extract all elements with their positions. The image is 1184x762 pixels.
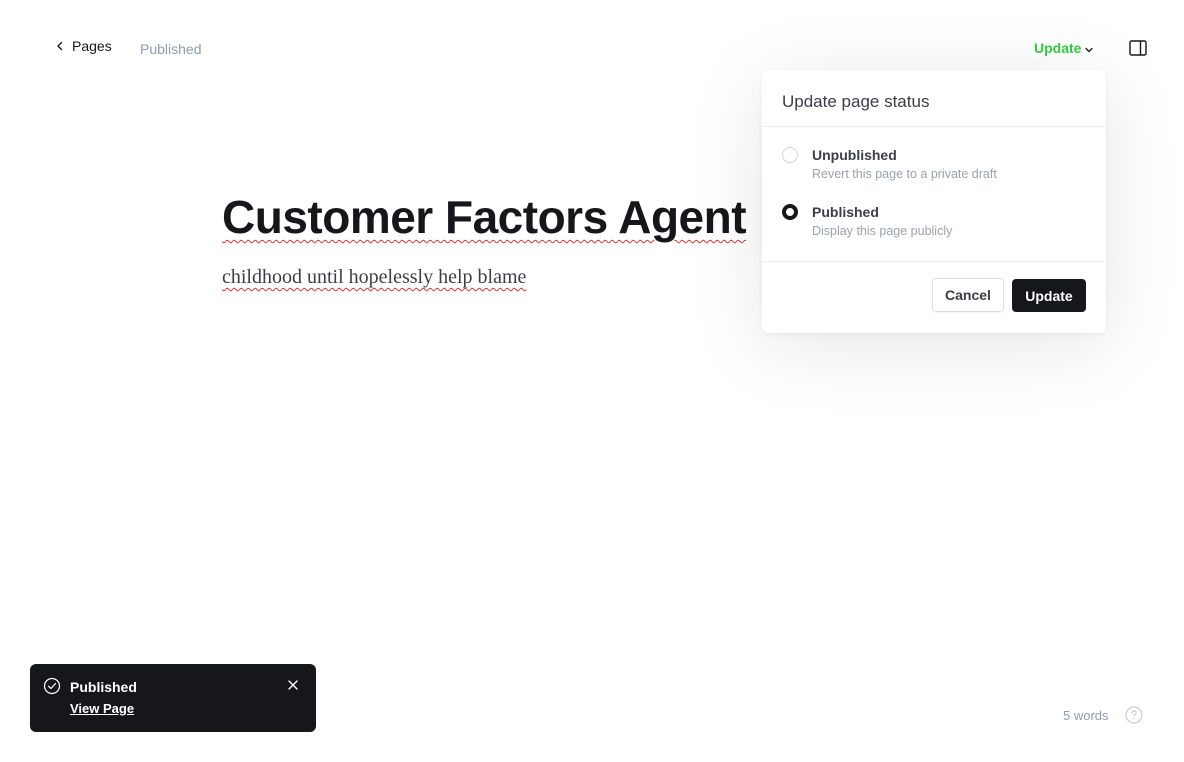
radio-unpublished[interactable] [782, 147, 798, 163]
option-label: Published [812, 204, 879, 220]
option-description: Display this page publicly [812, 224, 953, 238]
chevron-down-icon [1085, 47, 1094, 52]
back-to-pages-link[interactable]: Pages [54, 38, 112, 54]
page-editor: Pages Published Update Customer Factors … [0, 0, 1184, 762]
option-unpublished[interactable]: Unpublished Revert this page to a privat… [782, 146, 997, 181]
word-count: 5 words [1063, 708, 1109, 723]
page-status-label: Published [140, 41, 202, 57]
help-icon[interactable] [1125, 706, 1143, 724]
published-toast: Published View Page [30, 664, 316, 732]
back-link-label: Pages [72, 38, 112, 54]
update-trigger-label: Update [1034, 40, 1082, 56]
view-page-link[interactable]: View Page [70, 701, 134, 716]
option-label: Unpublished [812, 147, 897, 163]
chevron-left-icon [54, 40, 66, 52]
update-menu-trigger[interactable]: Update [1034, 40, 1094, 56]
check-circle-icon [43, 677, 61, 695]
cancel-button[interactable]: Cancel [932, 278, 1004, 312]
option-published[interactable]: Published Display this page publicly [782, 203, 952, 238]
page-body-text[interactable]: childhood until hopelessly help blame [222, 266, 526, 289]
popover-heading: Update page status [762, 70, 1106, 127]
sidebar-toggle-icon[interactable] [1129, 40, 1147, 56]
close-icon[interactable] [287, 679, 299, 691]
popover-divider [762, 261, 1106, 262]
update-status-popover: Update page status Unpublished Revert th… [762, 70, 1106, 333]
toast-title: Published [70, 679, 137, 695]
confirm-update-button[interactable]: Update [1012, 279, 1086, 312]
radio-published[interactable] [782, 204, 798, 220]
page-title[interactable]: Customer Factors Agent [222, 190, 747, 244]
option-description: Revert this page to a private draft [812, 167, 997, 181]
